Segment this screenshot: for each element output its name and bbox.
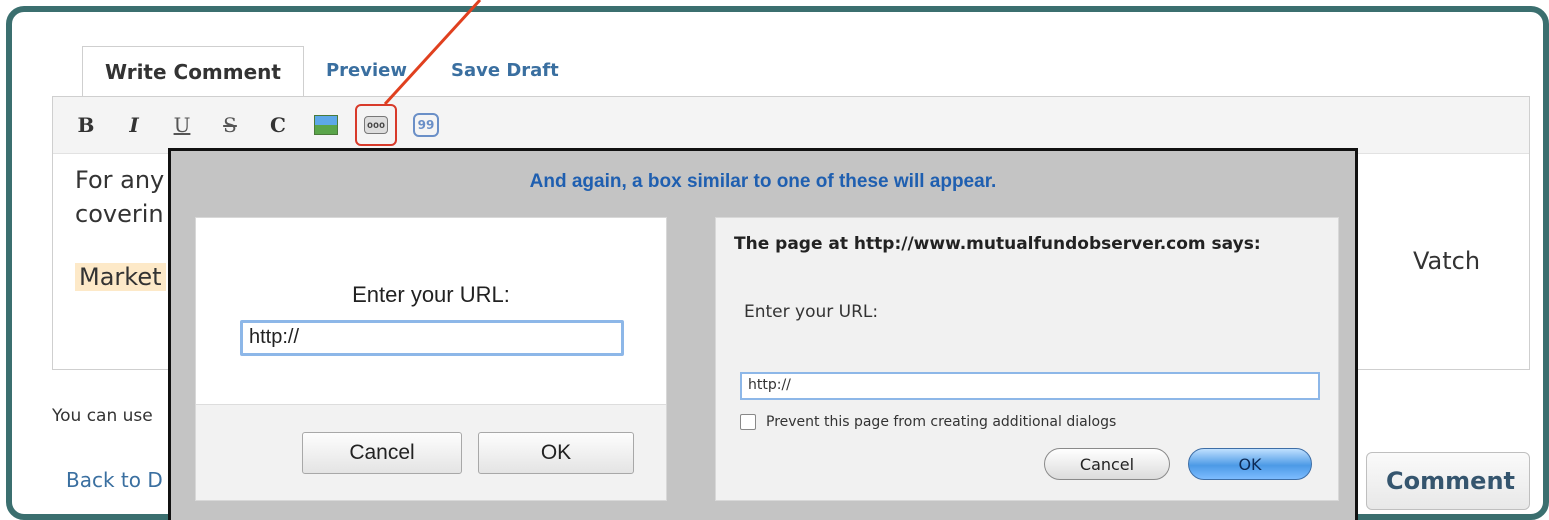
dialog1-label: Enter your URL:	[352, 282, 510, 307]
overlay-caption: And again, a box similar to one of these…	[529, 171, 997, 192]
italic-button[interactable]: I	[115, 106, 153, 144]
prevent-dialogs-option[interactable]: Prevent this page from creating addition…	[740, 414, 1116, 430]
link-button[interactable]: ooo	[355, 104, 397, 146]
underline-button[interactable]: U	[163, 106, 201, 144]
dialog2-url-input[interactable]: http://	[740, 372, 1320, 400]
formatting-help-text: You can use	[52, 406, 153, 426]
prevent-dialogs-label: Prevent this page from creating addition…	[766, 414, 1117, 430]
dialog1-ok-button[interactable]: OK	[478, 432, 634, 474]
strikethrough-button[interactable]: S	[211, 106, 249, 144]
tab-save-draft[interactable]: Save Draft	[429, 46, 581, 96]
bold-button[interactable]: B	[67, 106, 105, 144]
editor-text-lines: For any coverin	[75, 163, 164, 231]
dialog1-cancel-button[interactable]: Cancel	[302, 432, 462, 474]
editor-line-2: coverin	[75, 200, 164, 228]
code-button[interactable]: C	[259, 106, 297, 144]
link-icon: ooo	[364, 116, 388, 134]
post-comment-button[interactable]: Comment	[1366, 452, 1530, 510]
editor-line-1: For any	[75, 166, 165, 194]
back-link[interactable]: Back to D	[66, 468, 163, 492]
url-dialog-safari: The page at http://www.mutualfundobserve…	[715, 217, 1339, 501]
tab-write-comment[interactable]: Write Comment	[82, 46, 304, 96]
dialog1-url-input[interactable]: http://	[240, 320, 624, 356]
quote-icon: 99	[413, 113, 439, 137]
dialog-overlay: And again, a box similar to one of these…	[168, 148, 1358, 520]
dialog2-cancel-button[interactable]: Cancel	[1044, 448, 1170, 480]
editor-right-fragment: Vatch	[1413, 247, 1481, 275]
dialog2-ok-button[interactable]: OK	[1188, 448, 1312, 480]
formatting-toolbar: B I U S C ooo 99	[53, 97, 1529, 154]
prevent-dialogs-checkbox[interactable]	[740, 414, 756, 430]
editor-tabs: Write Comment Preview Save Draft	[82, 46, 581, 96]
url-dialog-chrome: Enter your URL: http:// Cancel OK	[195, 217, 667, 501]
dialog2-label: Enter your URL:	[744, 302, 879, 322]
dialog1-body: Enter your URL: http://	[196, 218, 666, 405]
dialog2-title: The page at http://www.mutualfundobserve…	[734, 234, 1261, 254]
editor-highlighted-text: Market	[75, 263, 166, 291]
image-icon	[314, 115, 338, 135]
image-button[interactable]	[307, 106, 345, 144]
quote-button[interactable]: 99	[407, 106, 445, 144]
tab-preview[interactable]: Preview	[304, 46, 429, 96]
